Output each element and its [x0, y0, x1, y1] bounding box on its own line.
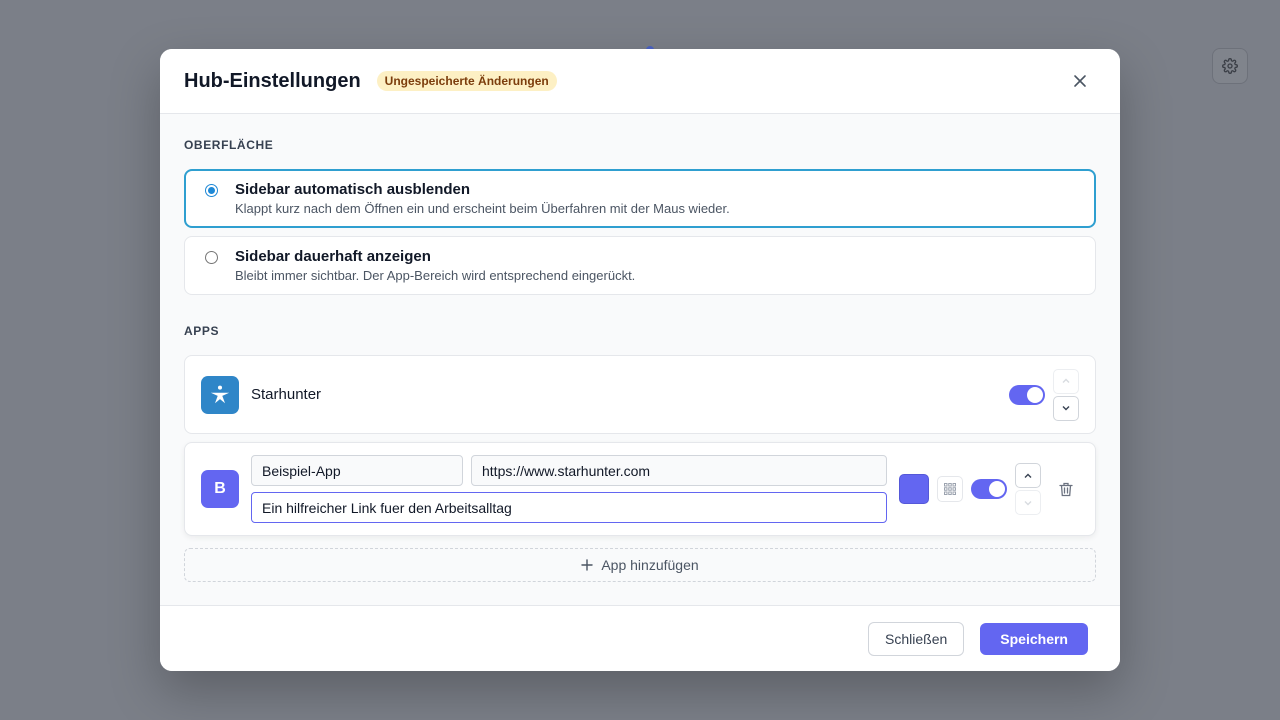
modal-title: Hub-Einstellungen: [184, 69, 361, 92]
close-icon: [1074, 75, 1086, 87]
move-down-button[interactable]: [1053, 395, 1079, 421]
unsaved-changes-badge: Ungespeicherte Änderungen: [376, 71, 557, 91]
close-modal-button[interactable]: Schließen: [868, 621, 965, 656]
move-up-button[interactable]: [1015, 463, 1041, 488]
trash-icon: [1059, 482, 1073, 496]
settings-modal: Hub-Einstellungen Ungespeicherte Änderun…: [160, 49, 1120, 671]
option-description: Klappt kurz nach dem Öffnen ein und ersc…: [235, 201, 730, 216]
save-button[interactable]: Speichern: [980, 622, 1088, 655]
chevron-down-icon: [1024, 500, 1032, 505]
move-down-button[interactable]: [1015, 490, 1041, 515]
gear-icon: [1222, 58, 1238, 74]
reorder-controls: [1053, 368, 1079, 421]
app-color-picker[interactable]: [899, 474, 929, 504]
grid-icon: [944, 483, 956, 495]
app-icon: B: [201, 470, 239, 508]
section-title-interface: OBERFLÄCHE: [184, 138, 274, 152]
option-always-show-sidebar[interactable]: Sidebar dauerhaft anzeigen Bleibt immer …: [184, 236, 1096, 295]
option-label: Sidebar dauerhaft anzeigen: [235, 248, 431, 265]
app-url-input[interactable]: [471, 455, 887, 486]
app-enabled-toggle[interactable]: [1009, 384, 1045, 405]
app-enabled-toggle[interactable]: [971, 479, 1007, 499]
modal-header: Hub-Einstellungen Ungespeicherte Änderun…: [160, 49, 1120, 114]
section-title-apps: APPS: [184, 324, 220, 338]
app-icon: [201, 375, 239, 414]
delete-app-button[interactable]: [1053, 476, 1079, 502]
radio-auto-hide[interactable]: [205, 184, 218, 197]
app-edit-fields: [251, 455, 887, 523]
option-description: Bleibt immer sichtbar. Der App-Bereich w…: [235, 268, 636, 283]
radio-always-show[interactable]: [205, 251, 218, 264]
app-name: Starhunter: [251, 386, 322, 403]
chevron-down-icon: [1062, 406, 1070, 411]
icon-picker-button[interactable]: [937, 476, 963, 502]
background-settings-button[interactable]: [1212, 48, 1248, 84]
move-up-button[interactable]: [1053, 368, 1079, 394]
add-app-label: App hinzufügen: [601, 557, 699, 573]
plus-icon: [581, 559, 594, 571]
close-button[interactable]: [1064, 65, 1096, 97]
chevron-up-icon: [1024, 473, 1032, 478]
chevron-up-icon: [1062, 378, 1070, 383]
starhunter-logo-icon: [210, 385, 230, 403]
app-item-starhunter: Starhunter: [184, 355, 1096, 434]
modal-footer: Schließen Speichern: [160, 605, 1120, 671]
option-auto-hide-sidebar[interactable]: Sidebar automatisch ausblenden Klappt ku…: [184, 169, 1096, 228]
modal-body: OBERFLÄCHE Sidebar automatisch ausblende…: [160, 114, 1120, 605]
app-description-input[interactable]: [251, 492, 887, 523]
option-label: Sidebar automatisch ausblenden: [235, 181, 471, 198]
app-item-beispiel: B: [184, 442, 1096, 536]
add-app-button[interactable]: App hinzufügen: [184, 548, 1096, 582]
app-name-input[interactable]: [251, 455, 463, 486]
reorder-controls: [1015, 463, 1041, 515]
